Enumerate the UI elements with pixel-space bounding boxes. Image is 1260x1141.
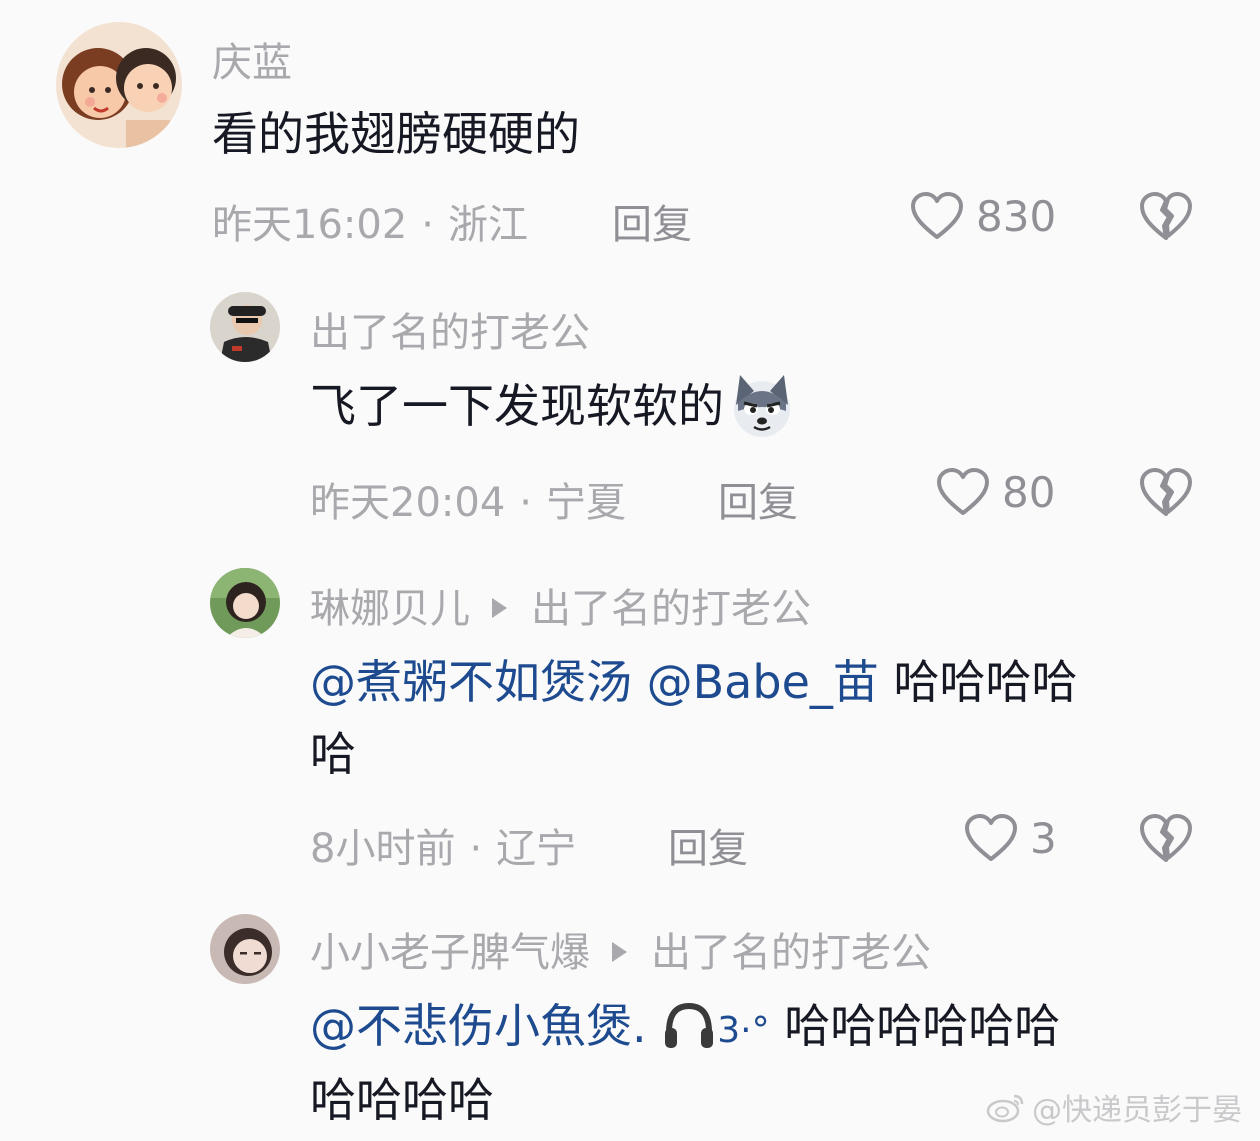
username[interactable]: 庆蓝 [212, 30, 292, 88]
comment-meta: 8小时前 · 辽宁 [310, 816, 576, 874]
watermark-text: @快递员彭于晏 [1032, 1093, 1242, 1128]
mention-link[interactable]: @煮粥不如煲汤 [310, 655, 632, 709]
comment-meta: 昨天16:02 · 浙江 [212, 192, 528, 250]
comment-text: 哈哈哈哈哈哈 [784, 999, 1061, 1053]
reply-arrow-icon [612, 942, 627, 962]
comment-text-line-1: @煮粥不如煲汤 @Babe_苗 哈哈哈哈 [310, 646, 1078, 718]
separator-dot: · [469, 826, 483, 872]
timestamp: 昨天20:04 [310, 480, 506, 526]
headphones-icon [665, 1002, 714, 1048]
like-button[interactable]: 80 [936, 464, 1055, 520]
mention-name: @不悲伤小魚煲. [310, 999, 647, 1053]
comment-2: 出了名的打老公 飞了一下发现软软的 昨天20:04 · 宁夏 回复 80 [0, 270, 1260, 550]
avatar[interactable] [210, 568, 280, 638]
watermark: @快递员彭于晏 [986, 1085, 1242, 1129]
weibo-logo-icon [986, 1094, 1024, 1123]
wolf-emoji-icon [734, 374, 790, 437]
avatar-image [210, 292, 280, 362]
username-line: 琳娜贝儿 出了名的打老公 [310, 576, 811, 634]
timestamp: 昨天16:02 [212, 202, 408, 248]
comment-text-line: 飞了一下发现软软的 [310, 370, 798, 445]
avatar[interactable] [210, 292, 280, 362]
username[interactable]: 出了名的打老公 [310, 300, 590, 358]
dislike-button[interactable] [1138, 190, 1194, 246]
reply-arrow-icon [492, 598, 507, 618]
heart-icon [937, 468, 989, 515]
region: 辽宁 [496, 826, 577, 872]
username[interactable]: 琳娜贝儿 [310, 586, 470, 632]
comment-3: 琳娜贝儿 出了名的打老公 @煮粥不如煲汤 @Babe_苗 哈哈哈哈 哈 8小时前 ·… [0, 550, 1260, 890]
heart-icon [911, 192, 963, 239]
username-line: 小小老子脾气爆 出了名的打老公 [310, 920, 931, 978]
like-button[interactable]: 3 [964, 810, 1057, 866]
avatar-image [56, 22, 182, 148]
avatar-image [210, 914, 280, 984]
reply-button[interactable]: 回复 [612, 192, 692, 250]
reply-button[interactable]: 回复 [718, 470, 798, 528]
broken-heart-icon [1140, 192, 1192, 240]
comment-text-line-2: 哈哈哈哈 [310, 1073, 494, 1127]
avatar[interactable] [56, 22, 182, 148]
comment-text-line-2: 哈 [310, 727, 356, 781]
mention-link[interactable]: @不悲伤小魚煲. 3·° [310, 999, 770, 1053]
separator-dot: · [421, 202, 434, 248]
broken-heart-icon [1140, 468, 1192, 516]
username[interactable]: 小小老子脾气爆 [310, 930, 590, 976]
comment-text-line-1: @不悲伤小魚煲. 3·° 哈哈哈哈哈哈 [310, 990, 1060, 1067]
like-count: 830 [976, 191, 1057, 241]
reply-to-username[interactable]: 出了名的打老公 [651, 930, 931, 976]
reply-button[interactable]: 回复 [668, 816, 748, 874]
comment-1: 庆蓝 看的我翅膀硬硬的 昨天16:02 · 浙江 回复 830 [0, 0, 1260, 270]
mention-link[interactable]: @Babe_苗 [647, 655, 879, 709]
separator-dot: · [519, 480, 532, 526]
like-count: 3 [1030, 813, 1057, 863]
like-button[interactable]: 830 [910, 188, 1056, 244]
comment-text: 飞了一下发现软软的 [310, 379, 724, 433]
like-count: 80 [1002, 467, 1056, 517]
comment-text: 哈哈哈哈 [893, 655, 1078, 709]
broken-heart-icon [1140, 814, 1192, 862]
heart-icon [965, 814, 1017, 861]
dislike-button[interactable] [1138, 812, 1194, 868]
avatar-image [210, 568, 280, 638]
comment-meta: 昨天20:04 · 宁夏 [310, 470, 626, 528]
region: 宁夏 [546, 480, 626, 526]
region: 浙江 [448, 202, 528, 248]
avatar[interactable] [210, 914, 280, 984]
timestamp: 8小时前 [310, 826, 456, 872]
comment-text: 看的我翅膀硬硬的 [212, 107, 580, 161]
dislike-button[interactable] [1138, 466, 1194, 522]
reply-to-username[interactable]: 出了名的打老公 [531, 586, 811, 632]
mention-suffix: 3·° [717, 1010, 770, 1051]
